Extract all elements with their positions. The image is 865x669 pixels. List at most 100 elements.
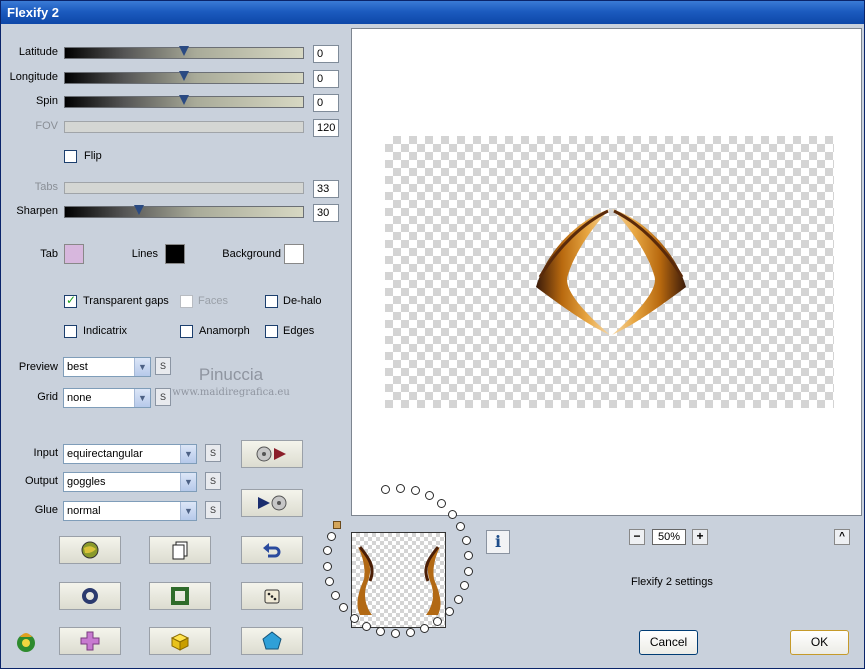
spin-slider[interactable] [64, 95, 304, 109]
de-halo-checkbox[interactable] [265, 295, 278, 308]
glue-select-value: normal [67, 505, 101, 517]
cancel-button[interactable]: Cancel [639, 630, 698, 655]
collapse-button[interactable]: ^ [834, 529, 850, 545]
navigator-ring-dot[interactable] [322, 561, 332, 571]
output-select[interactable]: goggles ▼ [63, 472, 197, 492]
navigator-ring-dot[interactable] [447, 509, 457, 519]
navigator-ring-dot[interactable] [330, 590, 340, 600]
sharpen-value[interactable]: 30 [313, 204, 339, 222]
navigator-ring-dot[interactable] [325, 576, 335, 586]
indicatrix-label: Indicatrix [83, 325, 128, 337]
goggles-shape [536, 209, 686, 335]
flexify-dialog: Flexify 2 Latitude 0 Longitude 0 Spin 0 … [0, 0, 865, 669]
preview-canvas[interactable] [351, 28, 862, 516]
navigator-ring-dot[interactable] [326, 531, 336, 541]
zoom-in-button[interactable]: + [692, 529, 708, 545]
navigator-ring-dot[interactable] [464, 551, 474, 561]
title-bar: Flexify 2 [1, 1, 864, 24]
ring-icon [82, 588, 98, 604]
cross-icon [80, 631, 100, 651]
navigator-ring-dot[interactable] [461, 536, 471, 546]
navigator-ring-dot[interactable] [460, 581, 470, 591]
sharpen-slider[interactable] [64, 205, 304, 219]
watermark-name: Pinuccia [198, 365, 264, 384]
lines-color-swatch[interactable] [165, 244, 185, 264]
chevron-down-icon: ▼ [134, 358, 150, 376]
load-input-button[interactable] [241, 440, 303, 468]
cross-shape-button[interactable] [59, 627, 121, 655]
thumbnail-shape [357, 546, 441, 615]
spin-value[interactable]: 0 [313, 94, 339, 112]
navigator-handle[interactable] [333, 521, 341, 529]
navigator-ring-dot[interactable] [420, 624, 430, 634]
longitude-thumb[interactable] [179, 71, 189, 85]
fov-value[interactable]: 120 [313, 119, 339, 137]
input-select-value: equirectangular [67, 448, 143, 460]
navigator-ring-dot[interactable] [391, 629, 401, 639]
random-dice-button[interactable] [241, 582, 303, 610]
tab-color-swatch[interactable] [64, 244, 84, 264]
pentagon-shape-button[interactable] [241, 627, 303, 655]
tab-color-label: Tab [40, 248, 58, 260]
ring-button[interactable] [59, 582, 121, 610]
glue-select[interactable]: normal ▼ [63, 501, 197, 521]
navigator-ring-dot[interactable] [376, 627, 386, 637]
navigator-ring-dot[interactable] [463, 566, 473, 576]
latitude-value[interactable]: 0 [313, 45, 339, 63]
navigator-ring-dot[interactable] [405, 628, 415, 638]
tabs-slider [64, 182, 304, 194]
zoom-out-button[interactable]: − [629, 529, 645, 545]
plugin-logo-icon [13, 629, 39, 659]
navigator-ring-dot[interactable] [381, 484, 391, 494]
edges-label: Edges [283, 325, 315, 337]
pentagon-icon [262, 631, 282, 650]
output-s-button[interactable]: S [205, 472, 221, 490]
spin-label: Spin [35, 95, 58, 107]
frame-button[interactable] [149, 582, 211, 610]
undo-button[interactable] [241, 536, 303, 564]
input-s-button[interactable]: S [205, 444, 221, 462]
save-output-button[interactable] [241, 489, 303, 517]
preview-s-button[interactable]: S [155, 357, 171, 375]
output-select-value: goggles [67, 476, 106, 488]
ok-button[interactable]: OK [790, 630, 849, 655]
anamorph-checkbox[interactable] [180, 325, 193, 338]
navigator-ring-dot[interactable] [444, 607, 454, 617]
navigator-ring-dot[interactable] [410, 485, 420, 495]
latitude-slider[interactable] [64, 46, 304, 60]
edges-checkbox[interactable] [265, 325, 278, 338]
navigator-ring-dot[interactable] [453, 595, 463, 605]
grid-select[interactable]: none ▼ [63, 388, 151, 408]
navigator-ring-dot[interactable] [323, 546, 333, 556]
anamorph-label: Anamorph [199, 325, 250, 337]
watermark-site: www.maidiregrafica.eu [172, 387, 290, 398]
navigator-ring-dot[interactable] [456, 522, 466, 532]
navigator-ring-dot[interactable] [424, 490, 434, 500]
navigator-ring-dot[interactable] [362, 622, 372, 632]
preview-select[interactable]: best ▼ [63, 357, 151, 377]
latitude-thumb[interactable] [179, 46, 189, 60]
play-disc-icon [258, 495, 287, 511]
navigator-ring-dot[interactable] [339, 603, 349, 613]
navigator-ring-dot[interactable] [349, 614, 359, 624]
sharpen-thumb[interactable] [134, 205, 144, 219]
transparent-gaps-checkbox[interactable]: ✓ [64, 293, 77, 308]
navigator-ring-dot[interactable] [395, 483, 405, 493]
longitude-label: Longitude [9, 71, 58, 83]
indicatrix-checkbox[interactable] [64, 325, 77, 338]
randomize-globe-button[interactable] [59, 536, 121, 564]
de-halo-label: De-halo [283, 295, 322, 307]
input-select[interactable]: equirectangular ▼ [63, 444, 197, 464]
background-color-swatch[interactable] [284, 244, 304, 264]
navigator-thumbnail[interactable] [351, 532, 446, 628]
tabs-value[interactable]: 33 [313, 180, 339, 198]
tabs-label: Tabs [34, 181, 58, 193]
cube-shape-button[interactable] [149, 627, 211, 655]
longitude-slider[interactable] [64, 71, 304, 85]
copy-button[interactable] [149, 536, 211, 564]
glue-s-button[interactable]: S [205, 501, 221, 519]
flip-checkbox[interactable] [64, 150, 77, 163]
spin-thumb[interactable] [179, 95, 189, 109]
info-button[interactable]: i [486, 530, 510, 554]
longitude-value[interactable]: 0 [313, 70, 339, 88]
